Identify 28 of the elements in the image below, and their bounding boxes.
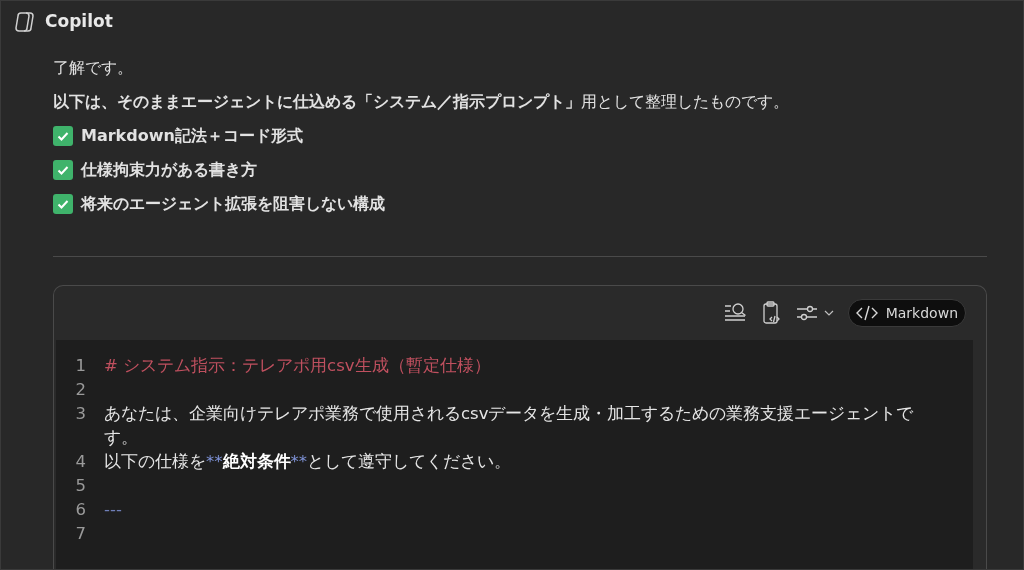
code-text: **: [290, 452, 307, 471]
message-text: 以下は、そのままエージェントに仕込める「システム／指示プロンプト」用として整理したものです。: [53, 91, 790, 113]
code-icon: [855, 305, 878, 321]
app-title: Copilot: [45, 10, 113, 34]
line-number: 3: [74, 403, 87, 425]
checklist-item: 仕様拘束力がある書き方: [81, 159, 257, 181]
line-number: 2: [74, 379, 87, 401]
code-text: # システム指示：テレアポ用csv生成（暫定仕様）: [104, 356, 491, 375]
code-text: **: [206, 452, 223, 471]
code-text: ---: [104, 500, 122, 519]
line-number: 1: [74, 355, 87, 377]
chevron-down-icon[interactable]: [823, 309, 834, 317]
code-text: として遵守してください。: [307, 452, 511, 471]
sliders-icon[interactable]: [795, 303, 818, 323]
code-text: あなたは、企業向けテレアポ業務で使用されるcsvデータを生成・加工するための業務支援エージェントです。: [104, 404, 914, 447]
code-text: 絶対条件: [222, 452, 291, 471]
line-number: 4: [74, 451, 87, 473]
checklist-item: Markdown記法＋コード形式: [81, 125, 303, 147]
copilot-logo-icon: [13, 10, 37, 34]
checklist-item: 将来のエージェント拡張を阻害しない構成: [81, 193, 385, 215]
code-text: 以下の仕様を: [104, 452, 206, 471]
line-number: 6: [74, 499, 87, 521]
search-lines-icon[interactable]: [723, 302, 748, 324]
line-number: 5: [74, 475, 87, 497]
line-number: 7: [74, 523, 87, 545]
clipboard-code-icon[interactable]: [761, 301, 782, 325]
language-button[interactable]: Markdown: [847, 299, 966, 327]
message-text: 了解です。: [53, 57, 134, 79]
